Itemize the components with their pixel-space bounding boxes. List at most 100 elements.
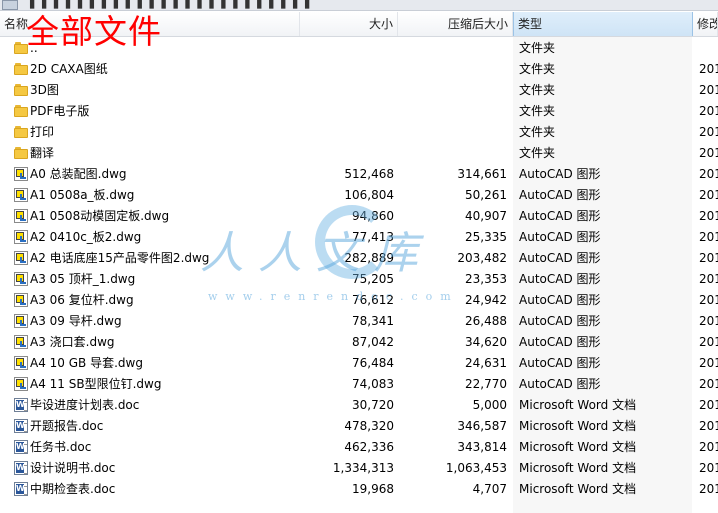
file-name: A3 09 导杆.dwg bbox=[30, 314, 122, 328]
file-modified: 201 bbox=[699, 104, 718, 118]
file-row[interactable]: A2 0410c_板2.dwg 77,413 25,335 AutoCAD 图形 201 bbox=[0, 227, 718, 248]
file-type: 文件夹 bbox=[519, 62, 556, 76]
file-compressed-size bbox=[400, 101, 507, 122]
file-row[interactable]: 打印 文件夹 201 bbox=[0, 122, 718, 143]
file-row[interactable]: 中期检查表.doc 19,968 4,707 Microsoft Word 文档 201 bbox=[0, 479, 718, 500]
file-modified: 201 bbox=[699, 377, 718, 391]
file-row[interactable]: PDF电子版 文件夹 201 bbox=[0, 101, 718, 122]
file-size: 74,083 bbox=[352, 377, 394, 391]
file-row[interactable]: A1 0508a_板.dwg 106,804 50,261 AutoCAD 图形 201 bbox=[0, 185, 718, 206]
dwg-icon bbox=[14, 335, 28, 349]
file-row[interactable]: 翻译 文件夹 201 bbox=[0, 143, 718, 164]
file-type: AutoCAD 图形 bbox=[519, 377, 601, 391]
file-size: 106,804 bbox=[344, 188, 394, 202]
file-row[interactable]: A3 09 导杆.dwg 78,341 26,488 AutoCAD 图形 201 bbox=[0, 311, 718, 332]
file-row[interactable]: A3 05 顶杆_1.dwg 75,205 23,353 AutoCAD 图形 201 bbox=[0, 269, 718, 290]
file-size bbox=[300, 122, 394, 143]
file-type: 文件夹 bbox=[519, 41, 556, 55]
file-name: A4 10 GB 导套.dwg bbox=[30, 356, 143, 370]
file-name: A3 浇口套.dwg bbox=[30, 335, 115, 349]
file-compressed-size: 34,620 bbox=[465, 335, 507, 349]
folder-icon bbox=[14, 62, 28, 76]
column-modified[interactable]: 修改 bbox=[693, 12, 718, 36]
folder-icon bbox=[14, 146, 28, 160]
file-row[interactable]: A4 10 GB 导套.dwg 76,484 24,631 AutoCAD 图形 201 bbox=[0, 353, 718, 374]
file-type: AutoCAD 图形 bbox=[519, 251, 601, 265]
file-compressed-size: 50,261 bbox=[465, 188, 507, 202]
file-size: 282,889 bbox=[344, 251, 394, 265]
file-type: AutoCAD 图形 bbox=[519, 167, 601, 181]
file-size bbox=[300, 143, 394, 164]
dwg-icon bbox=[14, 314, 28, 328]
file-row[interactable]: A2 电话底座15产品零件图2.dwg 282,889 203,482 AutoCAD… bbox=[0, 248, 718, 269]
file-size: 1,334,313 bbox=[332, 461, 394, 475]
file-name: A4 11 SB型限位钉.dwg bbox=[30, 377, 162, 391]
file-size bbox=[300, 59, 394, 80]
file-name: A2 0410c_板2.dwg bbox=[30, 230, 142, 244]
file-type: AutoCAD 图形 bbox=[519, 188, 601, 202]
file-row[interactable]: A4 11 SB型限位钉.dwg 74,083 22,770 AutoCAD 图形 20… bbox=[0, 374, 718, 395]
file-modified: 201 bbox=[699, 272, 718, 286]
file-row[interactable]: 开题报告.doc 478,320 346,587 Microsoft Word 文档 2… bbox=[0, 416, 718, 437]
file-compressed-size: 4,707 bbox=[472, 482, 507, 496]
file-type: AutoCAD 图形 bbox=[519, 272, 601, 286]
file-name: A0 总装配图.dwg bbox=[30, 167, 127, 181]
file-modified: 201 bbox=[699, 167, 718, 181]
file-type: Microsoft Word 文档 bbox=[519, 461, 637, 475]
file-row[interactable]: .. 文件夹 bbox=[0, 38, 718, 59]
file-compressed-size: 314,661 bbox=[457, 167, 507, 181]
dwg-icon bbox=[14, 167, 28, 181]
file-type: Microsoft Word 文档 bbox=[519, 440, 637, 454]
file-row[interactable]: 设计说明书.doc 1,334,313 1,063,453 Microsoft Wor… bbox=[0, 458, 718, 479]
back-button[interactable] bbox=[2, 0, 18, 10]
file-name: A1 0508动模固定板.dwg bbox=[30, 209, 170, 223]
file-compressed-size bbox=[400, 38, 507, 59]
file-row[interactable]: A3 浇口套.dwg 87,042 34,620 AutoCAD 图形 201 bbox=[0, 332, 718, 353]
file-name: 开题报告.doc bbox=[30, 419, 104, 433]
file-modified bbox=[699, 38, 718, 59]
file-compressed-size bbox=[400, 80, 507, 101]
file-row[interactable]: 3D图 文件夹 201 bbox=[0, 80, 718, 101]
file-row[interactable]: 2D CAXA图纸 文件夹 201 bbox=[0, 59, 718, 80]
file-name: PDF电子版 bbox=[30, 104, 90, 118]
file-size: 78,341 bbox=[352, 314, 394, 328]
file-size bbox=[300, 38, 394, 59]
file-modified: 201 bbox=[699, 251, 718, 265]
file-compressed-size: 203,482 bbox=[457, 251, 507, 265]
file-row[interactable]: 毕设进度计划表.doc 30,720 5,000 Microsoft Word 文档 2… bbox=[0, 395, 718, 416]
file-row[interactable]: A1 0508动模固定板.dwg 94,860 40,907 AutoCAD 图形 20… bbox=[0, 206, 718, 227]
file-size: 75,205 bbox=[352, 272, 394, 286]
file-name: A3 06 复位杆.dwg bbox=[30, 293, 134, 307]
file-type: 文件夹 bbox=[519, 83, 556, 97]
file-compressed-size: 23,353 bbox=[465, 272, 507, 286]
column-size[interactable]: 大小 bbox=[300, 12, 398, 36]
file-row[interactable]: 任务书.doc 462,336 343,814 Microsoft Word 文档 20… bbox=[0, 437, 718, 458]
file-name: A2 电话底座15产品零件图2.dwg bbox=[30, 251, 210, 265]
file-compressed-size bbox=[400, 122, 507, 143]
file-compressed-size: 25,335 bbox=[465, 230, 507, 244]
file-modified: 201 bbox=[699, 209, 718, 223]
file-modified: 201 bbox=[699, 146, 718, 160]
file-type: AutoCAD 图形 bbox=[519, 293, 601, 307]
file-type: AutoCAD 图形 bbox=[519, 230, 601, 244]
file-compressed-size bbox=[400, 59, 507, 80]
file-name: 设计说明书.doc bbox=[30, 461, 116, 475]
file-type: AutoCAD 图形 bbox=[519, 314, 601, 328]
file-name: A1 0508a_板.dwg bbox=[30, 188, 135, 202]
file-modified: 201 bbox=[699, 188, 718, 202]
file-modified: 201 bbox=[699, 62, 718, 76]
file-row[interactable]: A0 总装配图.dwg 512,468 314,661 AutoCAD 图形 201 bbox=[0, 164, 718, 185]
file-modified: 201 bbox=[699, 230, 718, 244]
file-name: .. bbox=[30, 41, 38, 55]
doc-icon bbox=[14, 482, 28, 496]
file-compressed-size bbox=[400, 143, 507, 164]
file-modified: 201 bbox=[699, 419, 718, 433]
file-row[interactable]: A3 06 复位杆.dwg 76,612 24,942 AutoCAD 图形 201 bbox=[0, 290, 718, 311]
file-size: 462,336 bbox=[344, 440, 394, 454]
folder-icon bbox=[14, 125, 28, 139]
file-size bbox=[300, 101, 394, 122]
column-compressed-size[interactable]: 压缩后大小 bbox=[398, 12, 513, 36]
file-type: 文件夹 bbox=[519, 104, 556, 118]
column-type[interactable]: 类型 bbox=[513, 12, 693, 36]
file-name: 2D CAXA图纸 bbox=[30, 62, 108, 76]
